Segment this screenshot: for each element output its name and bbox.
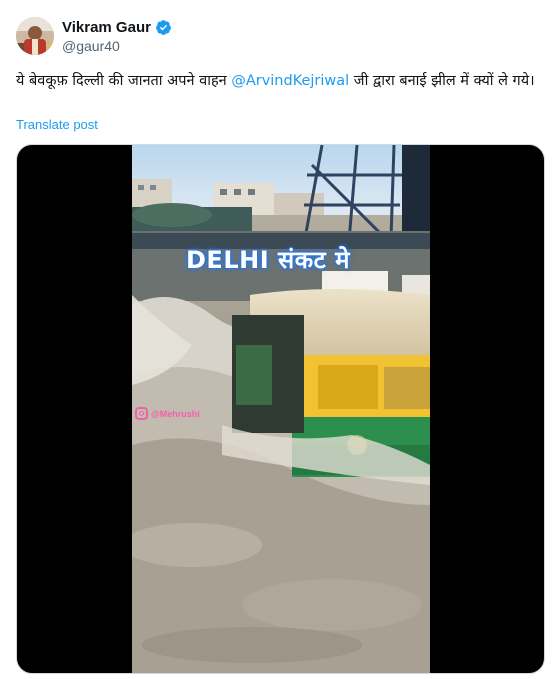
watermark-text: @Mehrushi bbox=[151, 408, 200, 419]
video-player[interactable]: DELHI संकट मे @Mehrushi bbox=[132, 145, 430, 673]
author-name[interactable]: Vikram Gaur bbox=[62, 18, 151, 37]
media-container: DELHI संकट मे @Mehrushi bbox=[16, 144, 545, 674]
verified-badge-icon bbox=[155, 19, 172, 36]
video-watermark: @Mehrushi bbox=[135, 407, 200, 420]
author-block: Vikram Gaur @gaur40 bbox=[62, 18, 172, 55]
instagram-icon bbox=[135, 407, 148, 420]
tweet-text-part-1: ये बेवकूफ़ दिल्ली की जानता अपने वाहन bbox=[16, 73, 232, 89]
mention-link[interactable]: @ArvindKejriwal bbox=[231, 73, 349, 89]
tweet-text: ये बेवकूफ़ दिल्ली की जानता अपने वाहन @Ar… bbox=[16, 70, 536, 92]
tweet-text-part-2: जी द्वारा बनाई झील में क्यों ले गये। bbox=[349, 73, 535, 89]
translate-post-link[interactable]: Translate post bbox=[16, 117, 98, 132]
author-handle[interactable]: @gaur40 bbox=[62, 37, 172, 55]
avatar[interactable] bbox=[16, 17, 54, 55]
tweet-card: Vikram Gaur @gaur40 ये बेवकूफ़ दिल्ली की… bbox=[0, 0, 556, 679]
tweet-header: Vikram Gaur @gaur40 bbox=[16, 14, 172, 58]
video-caption-overlay: DELHI संकट मे bbox=[186, 246, 350, 274]
